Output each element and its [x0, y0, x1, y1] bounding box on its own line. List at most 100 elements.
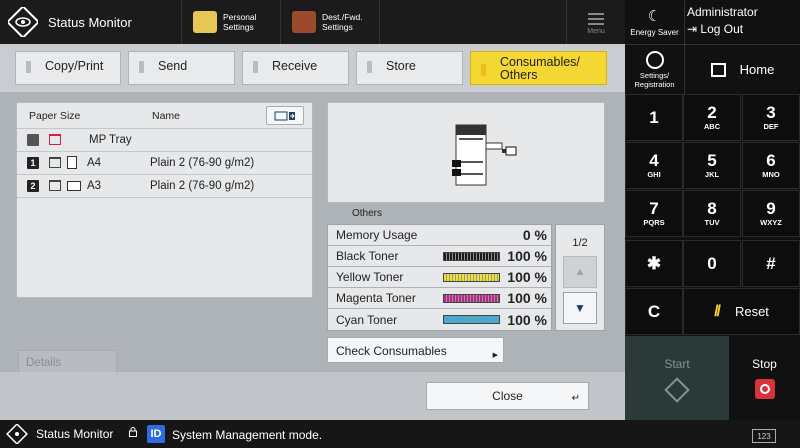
- close-button[interactable]: Close ↵: [426, 382, 589, 410]
- consumable-row: Magenta Toner 100 %: [328, 288, 551, 309]
- consumable-row: Cyan Toner 100 %: [328, 309, 551, 330]
- logout-button[interactable]: ⇥ Log Out: [687, 21, 758, 38]
- settings-registration-button[interactable]: Settings/ Registration: [625, 44, 685, 94]
- key-digit: 0: [707, 253, 717, 273]
- system-mode-message: System Management mode.: [172, 428, 323, 442]
- paper-name-header: Name: [152, 109, 181, 122]
- keypad-key-1[interactable]: 1: [625, 94, 683, 141]
- toner-level-bar: [443, 252, 500, 261]
- key-letters: MNO: [762, 170, 780, 179]
- stop-button[interactable]: Stop: [729, 336, 800, 420]
- consumable-value: 100 %: [507, 311, 547, 328]
- consumable-value: 0 %: [522, 227, 547, 243]
- keypad-key-9[interactable]: 9 WXYZ: [742, 190, 800, 237]
- keypad-key-8[interactable]: 8 TUV: [683, 190, 741, 237]
- keypad-key-hash[interactable]: #: [742, 240, 800, 287]
- status-monitor-icon[interactable]: [6, 424, 28, 444]
- paper-size: A4: [87, 157, 102, 169]
- landscape-page-icon: [67, 181, 81, 191]
- consumable-row: Yellow Toner 100 %: [328, 267, 551, 288]
- triangle-up-icon: ▲: [574, 266, 586, 278]
- personal-settings-button[interactable]: Personal Settings: [183, 0, 281, 44]
- paper-row-mp-tray[interactable]: MP Tray: [17, 129, 312, 152]
- tray-icon: [49, 134, 61, 145]
- content-area: Paper Size Name MP Tray 1 A4 Plain 2 (76…: [0, 92, 625, 420]
- consumable-value: 100 %: [507, 248, 547, 264]
- personal-settings-label-2: Settings: [223, 22, 254, 32]
- tab-store[interactable]: Store: [356, 51, 463, 85]
- start-button[interactable]: Start: [625, 336, 729, 420]
- key-digit: ✱: [646, 253, 662, 273]
- paper-row-1[interactable]: 1 A4 Plain 2 (76-90 g/m2): [17, 152, 312, 175]
- energy-saver-button[interactable]: ☾ Energy Saver: [625, 0, 685, 44]
- printer-device-icon: [452, 124, 517, 186]
- logout-icon: ⇥: [687, 22, 698, 36]
- consumables-table: Memory Usage 0 % Black Toner 100 % Yellow To…: [327, 224, 552, 331]
- paper-type: Plain 2 (76-90 g/m2): [150, 180, 255, 192]
- keypad-key-5[interactable]: 5 JKL: [683, 142, 741, 189]
- paper-settings-button[interactable]: [266, 106, 304, 125]
- keypad-key-2[interactable]: 2 ABC: [683, 94, 741, 141]
- status-monitor-button[interactable]: Status Monitor: [0, 0, 182, 44]
- tab-consumables-others[interactable]: Consumables/ Others: [470, 51, 607, 85]
- portrait-page-icon: [67, 156, 77, 169]
- consumable-name: Cyan Toner: [336, 312, 398, 327]
- tray-icon: [49, 180, 61, 191]
- keypad-key-0[interactable]: 0: [683, 240, 741, 287]
- stop-label: Stop: [752, 357, 777, 371]
- paper-row-2[interactable]: 2 A3 Plain 2 (76-90 g/m2): [17, 175, 312, 198]
- scroll-up-button[interactable]: ▲: [563, 256, 597, 288]
- keypad-key-3[interactable]: 3 DEF: [742, 94, 800, 141]
- status-bar: Status Monitor ID System Management mode…: [0, 420, 800, 448]
- counter-icon[interactable]: 123: [752, 429, 776, 443]
- toner-level-bar: [443, 273, 500, 282]
- menu-button[interactable]: Menu: [566, 0, 625, 44]
- close-label: Close: [492, 389, 523, 403]
- chevron-right-icon: ▶: [492, 352, 498, 359]
- key-digit: 9: [766, 199, 776, 218]
- key-digit: 1: [649, 107, 659, 127]
- scroll-down-button[interactable]: ▼: [563, 292, 597, 324]
- reset-icon: //: [714, 302, 721, 320]
- key-digit: C: [647, 301, 661, 321]
- stop-icon: [754, 379, 775, 399]
- tab-receive[interactable]: Receive: [242, 51, 349, 85]
- tab-send[interactable]: Send: [128, 51, 235, 85]
- dest-fwd-label-2: Settings: [322, 22, 353, 32]
- personal-settings-label-1: Personal: [223, 12, 257, 22]
- others-label: Others: [352, 208, 383, 219]
- key-digit: #: [766, 253, 776, 273]
- tab-copy-print-label: Copy/Print: [45, 59, 104, 73]
- logout-label: Log Out: [700, 22, 744, 36]
- keypad-key-7[interactable]: 7 PQRS: [625, 190, 683, 237]
- paper-settings-icon: [274, 111, 295, 120]
- drawer-number-badge: 1: [27, 157, 39, 169]
- status-bar-title[interactable]: Status Monitor: [36, 427, 113, 441]
- tray-icon: [49, 157, 61, 168]
- tab-copy-print[interactable]: Copy/Print: [15, 51, 121, 85]
- home-button[interactable]: Home: [685, 44, 800, 94]
- keypad-key-4[interactable]: 4 GHI: [625, 142, 683, 189]
- tab-bar: Copy/Print Send Receive Store Consumable…: [0, 44, 625, 92]
- check-consumables-button[interactable]: Check Consumables ▶: [327, 337, 504, 363]
- energy-saver-label: Energy Saver: [630, 27, 679, 37]
- consumable-name: Yellow Toner: [336, 270, 404, 284]
- admin-name: Administrator: [687, 5, 758, 19]
- settings-reg-label-2: Registration: [634, 79, 675, 89]
- keypad-key-c[interactable]: C: [625, 288, 683, 335]
- keypad-key-6[interactable]: 6 MNO: [742, 142, 800, 189]
- tab-receive-label: Receive: [272, 59, 318, 73]
- dest-fwd-settings-button[interactable]: Dest./Fwd. Settings: [282, 0, 380, 44]
- personal-settings-icon: [193, 11, 217, 33]
- home-label: Home: [739, 62, 775, 77]
- key-letters: TUV: [704, 218, 720, 227]
- reset-button[interactable]: // Reset: [683, 288, 800, 335]
- user-area: Administrator ⇥ Log Out: [687, 4, 758, 38]
- drawer-number-badge: 2: [27, 180, 39, 192]
- consumable-row: Memory Usage 0 %: [328, 225, 551, 246]
- return-arrow-icon: ↵: [571, 393, 580, 404]
- toner-level-bar: [443, 294, 500, 303]
- id-badge: ID: [147, 425, 165, 443]
- key-digit: 7: [649, 199, 659, 218]
- keypad-key-star[interactable]: ✱: [625, 240, 683, 287]
